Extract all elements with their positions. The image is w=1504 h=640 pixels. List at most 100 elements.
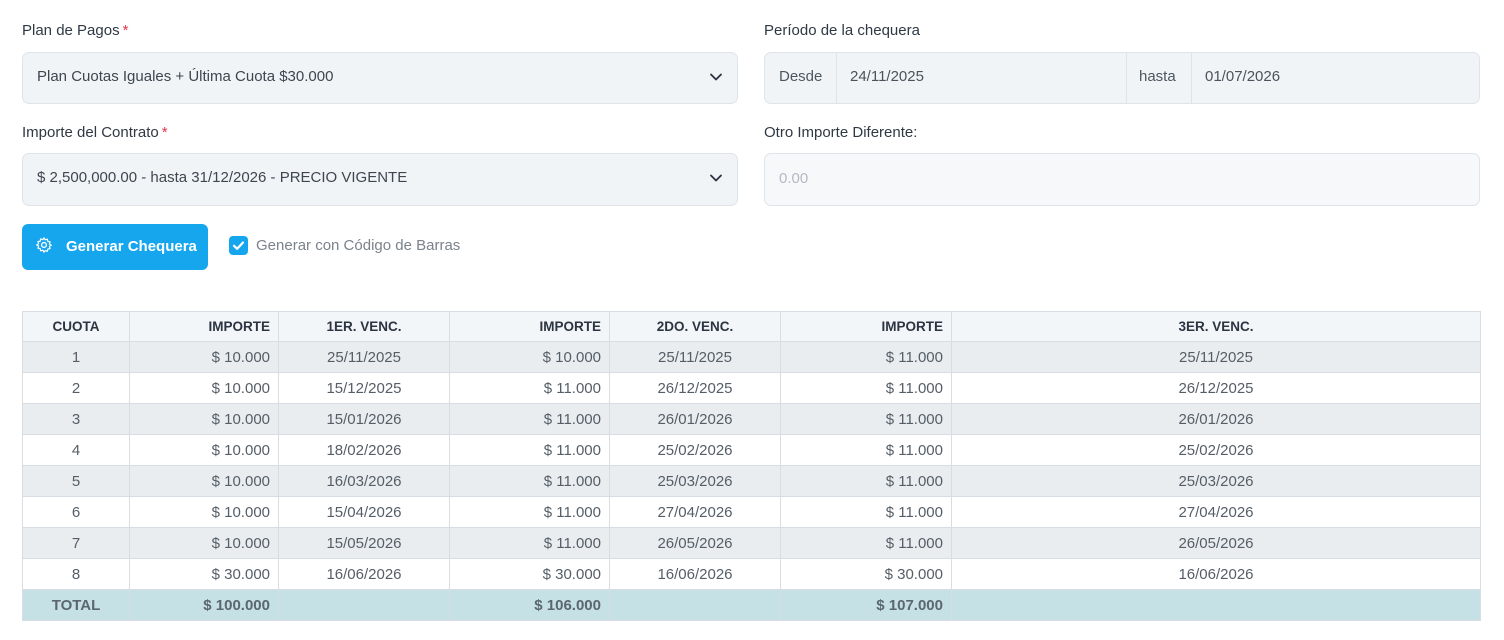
header-venc-3: 3ER. VENC. (951, 311, 1481, 342)
table-row: 3 $ 10.000 15/01/2026 $ 11.000 26/01/202… (22, 403, 1481, 435)
table-row: 8 $ 30.000 16/06/2026 $ 30.000 16/06/202… (22, 558, 1481, 590)
cell-venc: 26/05/2026 (951, 527, 1481, 559)
total-empty (278, 589, 450, 621)
cell-cuota: 4 (22, 434, 130, 466)
cell-venc: 16/06/2026 (278, 558, 450, 590)
importe-select[interactable]: $ 2,500,000.00 - hasta 31/12/2026 - PREC… (22, 153, 738, 206)
cell-cuota: 7 (22, 527, 130, 559)
cell-venc: 16/06/2026 (609, 558, 781, 590)
cell-importe: $ 11.000 (449, 496, 610, 528)
cell-importe: $ 10.000 (129, 465, 279, 497)
header-cuota: CUOTA (22, 311, 130, 342)
header-venc-2: 2DO. VENC. (609, 311, 781, 342)
cell-venc: 26/05/2026 (609, 527, 781, 559)
cell-importe: $ 10.000 (129, 434, 279, 466)
gear-icon (36, 237, 52, 253)
cell-importe: $ 11.000 (780, 496, 952, 528)
total-empty (951, 589, 1481, 621)
required-mark: * (122, 22, 129, 39)
cell-venc: 27/04/2026 (609, 496, 781, 528)
cell-importe: $ 10.000 (129, 403, 279, 435)
period-input-group: Desde 24/11/2025 hasta 01/07/2026 (764, 52, 1480, 104)
cell-venc: 16/06/2026 (951, 558, 1481, 590)
cell-cuota: 3 (22, 403, 130, 435)
cell-importe: $ 11.000 (780, 465, 952, 497)
desde-addon: Desde (779, 68, 823, 85)
importe-label: Importe del Contrato * (22, 124, 168, 141)
otro-importe-label: Otro Importe Diferente: (764, 124, 918, 141)
hasta-addon: hasta (1139, 68, 1176, 85)
check-icon (232, 241, 245, 250)
total-label: TOTAL (22, 589, 130, 621)
cell-importe: $ 11.000 (449, 403, 610, 435)
otro-importe-input[interactable]: 0.00 (764, 153, 1480, 206)
plan-label: Plan de Pagos * (22, 22, 128, 39)
cell-importe: $ 10.000 (129, 527, 279, 559)
plan-select[interactable]: Plan Cuotas Iguales + Última Cuota $30.0… (22, 52, 738, 104)
cell-cuota: 6 (22, 496, 130, 528)
cell-importe: $ 30.000 (449, 558, 610, 590)
table-header-row: CUOTA IMPORTE 1ER. VENC. IMPORTE 2DO. VE… (22, 311, 1481, 342)
cell-cuota: 8 (22, 558, 130, 590)
cell-importe: $ 11.000 (780, 403, 952, 435)
cell-importe: $ 10.000 (449, 341, 610, 373)
cell-importe: $ 30.000 (780, 558, 952, 590)
cell-venc: 15/12/2025 (278, 372, 450, 404)
cell-importe: $ 11.000 (780, 341, 952, 373)
cell-importe: $ 30.000 (129, 558, 279, 590)
total-row: TOTAL $ 100.000 $ 106.000 $ 107.000 (22, 589, 1481, 621)
cell-importe: $ 11.000 (449, 434, 610, 466)
divider (1126, 53, 1127, 103)
cell-venc: 25/02/2026 (609, 434, 781, 466)
cell-venc: 25/02/2026 (951, 434, 1481, 466)
cell-cuota: 2 (22, 372, 130, 404)
total-importe-3: $ 107.000 (780, 589, 952, 621)
desde-date-field[interactable]: 24/11/2025 (850, 68, 924, 85)
cell-venc: 18/02/2026 (278, 434, 450, 466)
barcode-checkbox[interactable] (229, 236, 248, 255)
table-row: 1 $ 10.000 25/11/2025 $ 10.000 25/11/202… (22, 341, 1481, 373)
cell-venc: 25/03/2026 (609, 465, 781, 497)
table-row: 6 $ 10.000 15/04/2026 $ 11.000 27/04/202… (22, 496, 1481, 528)
table-row: 7 $ 10.000 15/05/2026 $ 11.000 26/05/202… (22, 527, 1481, 559)
barcode-checkbox-label[interactable]: Generar con Código de Barras (256, 237, 460, 254)
header-venc-1: 1ER. VENC. (278, 311, 450, 342)
plan-label-text: Plan de Pagos (22, 22, 120, 39)
importe-label-text: Importe del Contrato (22, 124, 159, 141)
period-label: Período de la chequera (764, 22, 920, 39)
table-row: 4 $ 10.000 18/02/2026 $ 11.000 25/02/202… (22, 434, 1481, 466)
cell-importe: $ 10.000 (129, 372, 279, 404)
cell-venc: 25/11/2025 (951, 341, 1481, 373)
cell-importe: $ 11.000 (449, 465, 610, 497)
header-importe-3: IMPORTE (780, 311, 952, 342)
cell-importe: $ 10.000 (129, 496, 279, 528)
cell-importe: $ 11.000 (449, 527, 610, 559)
cell-cuota: 1 (22, 341, 130, 373)
generar-chequera-button[interactable]: Generar Chequera (22, 224, 208, 270)
cell-venc: 27/04/2026 (951, 496, 1481, 528)
cell-venc: 25/11/2025 (609, 341, 781, 373)
cell-venc: 26/01/2026 (609, 403, 781, 435)
cell-venc: 15/05/2026 (278, 527, 450, 559)
hasta-date-field[interactable]: 01/07/2026 (1205, 68, 1280, 85)
total-empty (609, 589, 781, 621)
cell-venc: 26/01/2026 (951, 403, 1481, 435)
cell-importe: $ 11.000 (780, 434, 952, 466)
cell-venc: 26/12/2025 (609, 372, 781, 404)
divider (1191, 53, 1192, 103)
header-importe-2: IMPORTE (449, 311, 610, 342)
plan-select-value: Plan Cuotas Iguales + Última Cuota $30.0… (37, 68, 334, 85)
importe-select-value: $ 2,500,000.00 - hasta 31/12/2026 - PREC… (37, 169, 408, 186)
cell-venc: 15/04/2026 (278, 496, 450, 528)
cell-venc: 16/03/2026 (278, 465, 450, 497)
generar-chequera-label: Generar Chequera (66, 238, 197, 255)
chevron-down-icon (710, 73, 722, 81)
cell-cuota: 5 (22, 465, 130, 497)
table-row: 5 $ 10.000 16/03/2026 $ 11.000 25/03/202… (22, 465, 1481, 497)
cell-importe: $ 11.000 (449, 372, 610, 404)
cell-importe: $ 11.000 (780, 527, 952, 559)
cell-venc: 25/11/2025 (278, 341, 450, 373)
chevron-down-icon (710, 174, 722, 182)
header-importe-1: IMPORTE (129, 311, 279, 342)
cell-importe: $ 10.000 (129, 341, 279, 373)
